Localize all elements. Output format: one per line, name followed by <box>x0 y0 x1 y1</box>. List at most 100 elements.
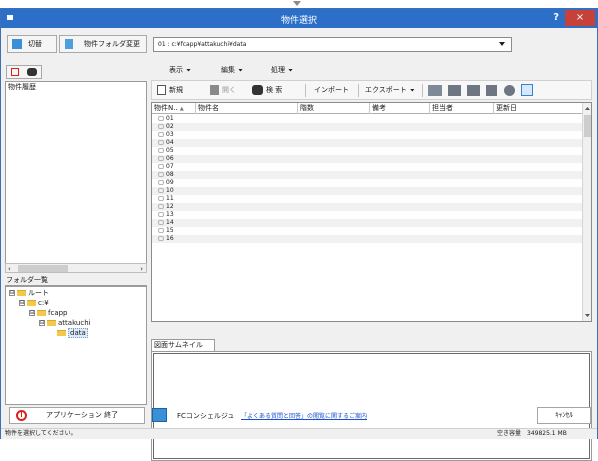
table-row[interactable]: 08 <box>152 171 582 179</box>
new-label: 新規 <box>169 86 183 94</box>
tree-node-data[interactable]: data <box>57 328 88 338</box>
tree-node-label: data <box>68 328 88 338</box>
faq-link[interactable]: 「よくある質問と回答」の閲覧に関するご案内 <box>241 411 367 420</box>
col-header-notes[interactable]: 備考 <box>370 103 430 114</box>
row-number: 10 <box>166 187 174 194</box>
folder-icon <box>37 310 46 316</box>
row-number: 14 <box>166 219 174 226</box>
concierge-icon[interactable] <box>152 408 167 422</box>
move-icon[interactable] <box>467 85 480 96</box>
property-icon <box>158 204 164 209</box>
table-row[interactable]: 12 <box>152 203 582 211</box>
import-button[interactable]: インポート <box>314 84 349 97</box>
tree-node-fcapp[interactable]: ⊟ fcapp <box>29 308 68 318</box>
row-number: 09 <box>166 179 174 186</box>
property-icon <box>158 228 164 233</box>
folder-icon <box>27 300 36 306</box>
close-button[interactable]: × <box>565 10 595 26</box>
open-icon <box>210 85 219 95</box>
table-row[interactable]: 07 <box>152 163 582 171</box>
tab-drawing-thumbnail[interactable]: 図面サムネイル <box>151 339 215 351</box>
search-button[interactable]: 検 索 <box>252 84 282 97</box>
chevron-down-icon[interactable] <box>499 42 505 46</box>
table-row[interactable]: 01 <box>152 115 582 123</box>
footer: アプリケーション 終了 FCコンシェルジュ 「よくある質問と回答」の閲覧に関する… <box>5 407 595 425</box>
delete-icon[interactable] <box>486 85 497 96</box>
history-scrollbar[interactable]: ‹ › <box>5 263 147 273</box>
scroll-right-icon[interactable]: › <box>140 265 143 273</box>
change-folder-button[interactable]: 物件フォルダ変更 <box>59 35 147 53</box>
table-row[interactable]: 03 <box>152 131 582 139</box>
col-header-name[interactable]: 物件名 <box>196 103 298 114</box>
window-title: 物件選択 <box>280 16 317 26</box>
folder-path-combo[interactable]: 01 : c:¥fcapp¥attakuchi¥data <box>153 37 512 52</box>
new-button[interactable]: 新規 <box>157 84 183 97</box>
property-icon <box>158 180 164 185</box>
tree-node-attakuchi[interactable]: ⊟ attakuchi <box>39 318 91 328</box>
tree-node-c[interactable]: ⊟ c:¥ <box>19 298 49 308</box>
tree-node-root[interactable]: ⊟ ルート <box>9 288 49 298</box>
collapse-icon[interactable]: ⊟ <box>19 300 25 306</box>
dialog-window: 物件選択 ? × 切替 物件フォルダ変更 01 : c:¥fcapp¥attak… <box>0 8 598 461</box>
switch-button[interactable]: 切替 <box>7 35 57 53</box>
sort-asc-icon: ▲ <box>179 106 184 112</box>
toolbar-separator <box>305 84 306 97</box>
record-icon[interactable] <box>504 85 515 96</box>
col-header-floors[interactable]: 階数 <box>298 103 370 114</box>
collapse-icon[interactable]: ⊟ <box>39 320 45 326</box>
property-icon <box>158 148 164 153</box>
grid-scrollbar[interactable] <box>582 103 591 321</box>
scroll-down-icon[interactable] <box>585 314 590 317</box>
help-button[interactable]: ? <box>553 12 559 23</box>
col-header-staff[interactable]: 担当者 <box>430 103 494 114</box>
scroll-left-icon[interactable]: ‹ <box>8 265 11 273</box>
scrollbar-thumb[interactable] <box>18 265 68 272</box>
table-row[interactable]: 14 <box>152 219 582 227</box>
collapse-icon[interactable]: ⊟ <box>9 290 15 296</box>
tree-node-label: attakuchi <box>58 319 91 327</box>
table-row[interactable]: 04 <box>152 139 582 147</box>
row-number: 06 <box>166 155 174 162</box>
grid-header: 物件N.. ▲ 物件名 階数 備考 担当者 更新日 <box>152 103 584 114</box>
table-row[interactable]: 09 <box>152 179 582 187</box>
process-menu[interactable]: 処理 <box>271 65 293 78</box>
scrollbar-thumb[interactable] <box>584 115 591 137</box>
copy-icon[interactable] <box>448 85 461 96</box>
col-header-number[interactable]: 物件N.. ▲ <box>152 103 196 114</box>
free-space-label: 空き容量 <box>497 430 522 437</box>
cancel-button[interactable]: ｷｬﾝｾﾙ <box>537 407 591 424</box>
table-row[interactable]: 11 <box>152 195 582 203</box>
process-menu-label: 処理 <box>271 66 285 74</box>
col-header-updated[interactable]: 更新日 <box>494 103 584 114</box>
history-list[interactable] <box>5 92 147 264</box>
table-row[interactable]: 06 <box>152 155 582 163</box>
exit-app-button[interactable]: アプリケーション 終了 <box>9 407 145 424</box>
scroll-up-icon[interactable] <box>585 107 590 110</box>
table-row[interactable]: 13 <box>152 211 582 219</box>
table-row[interactable]: 05 <box>152 147 582 155</box>
property-icon <box>158 140 164 145</box>
property-icon <box>158 116 164 121</box>
open-button[interactable]: 開く <box>210 84 236 97</box>
folder-icon <box>17 290 26 296</box>
view-menu[interactable]: 表示 <box>169 65 191 78</box>
property-icon <box>158 172 164 177</box>
export-button[interactable]: エクスポート <box>365 84 415 97</box>
folder-tree[interactable]: ⊟ ルート ⊟ c:¥ ⊟ fcapp ⊟ attakuchi data <box>5 286 147 405</box>
row-number: 16 <box>166 235 174 242</box>
collapse-icon[interactable]: ⊟ <box>29 310 35 316</box>
thumbnail-panel <box>151 351 592 461</box>
property-grid[interactable]: 物件N.. ▲ 物件名 階数 備考 担当者 更新日 01 02 03 04 05… <box>151 102 592 322</box>
transfer-icon[interactable] <box>428 85 442 96</box>
table-row[interactable]: 10 <box>152 187 582 195</box>
history-icon-button[interactable] <box>6 65 42 79</box>
table-row[interactable]: 16 <box>152 235 582 243</box>
chevron-down-icon <box>288 68 293 72</box>
edit-menu[interactable]: 編集 <box>221 65 243 78</box>
view-menu-label: 表示 <box>169 66 183 74</box>
change-folder-label: 物件フォルダ変更 <box>84 40 140 48</box>
binoculars-icon <box>252 85 263 95</box>
properties-icon[interactable] <box>521 84 533 96</box>
table-row[interactable]: 15 <box>152 227 582 235</box>
table-row[interactable]: 02 <box>152 123 582 131</box>
